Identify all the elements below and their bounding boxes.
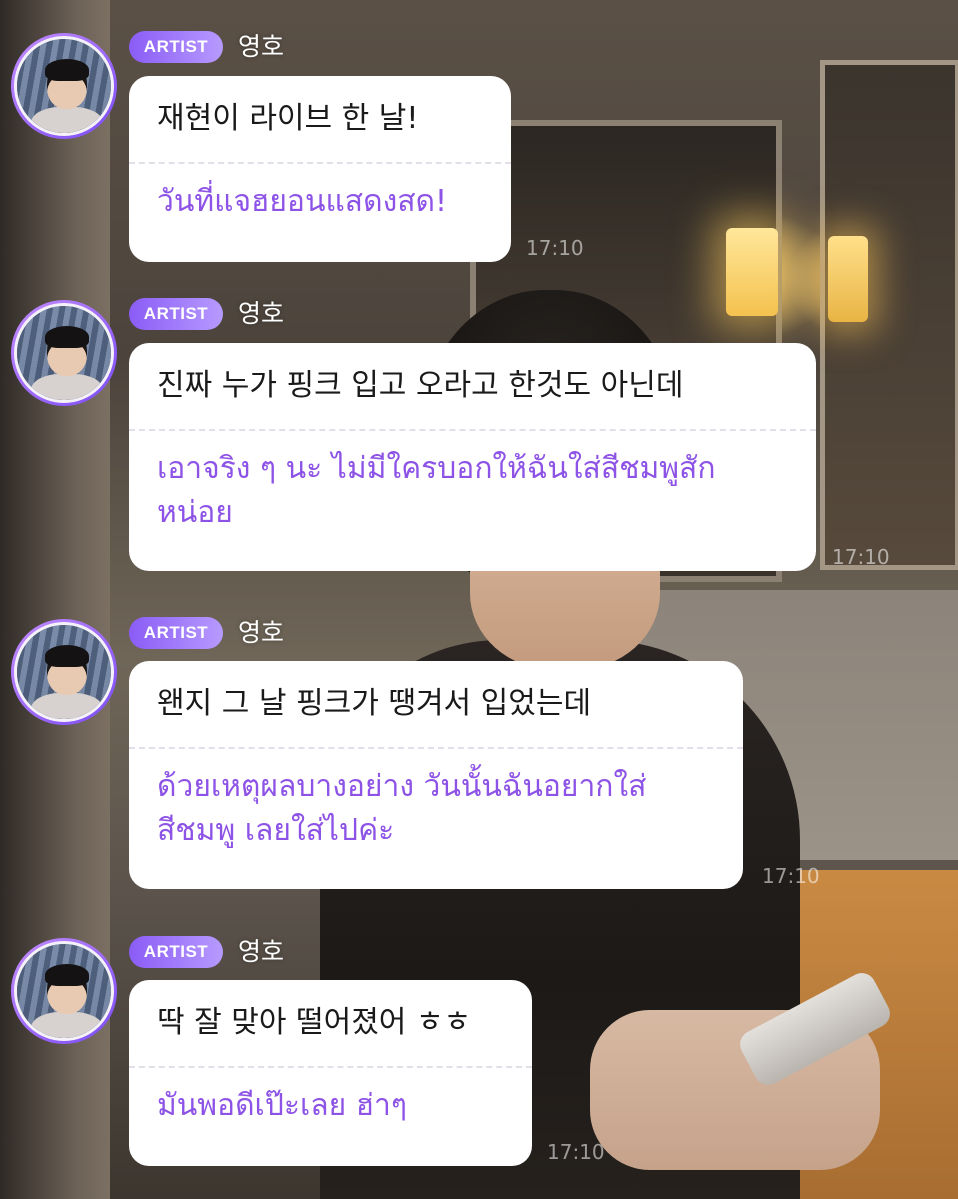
message-bubble[interactable]: 왠지 그 날 핑크가 땡겨서 입었는데 ด้วยเหตุผลบางอย่าง ว…: [129, 661, 743, 889]
author-nickname: 영호: [238, 937, 285, 966]
artist-avatar[interactable]: [11, 619, 117, 725]
original-text: 재현이 라이브 한 날!: [157, 101, 419, 136]
message-time: 17:10: [762, 864, 820, 888]
translated-text: เอาจริง ๆ นะ ไม่มีใครบอกให้ฉันใส่สีชมพูส…: [157, 451, 716, 530]
author-nickname: 영호: [238, 299, 285, 328]
translated-text: ด้วยเหตุผลบางอย่าง วันนั้นฉันอยากใส่สีชม…: [157, 769, 647, 848]
artist-badge: ARTIST: [129, 936, 223, 968]
artist-badge: ARTIST: [129, 298, 223, 330]
artist-badge: ARTIST: [129, 31, 223, 63]
message-bubble[interactable]: 재현이 라이브 한 날! วันที่แจฮยอนแสดงสด!: [129, 76, 511, 262]
author-nickname: 영호: [238, 618, 285, 647]
artist-avatar[interactable]: [11, 33, 117, 139]
original-text: 왠지 그 날 핑크가 땡겨서 입었는데: [157, 686, 592, 721]
message-bubble[interactable]: 딱 잘 맞아 떨어졌어 ㅎㅎ มันพอดีเป๊ะเลย ฮ่าๆ: [129, 980, 532, 1166]
message-time: 17:10: [832, 545, 890, 569]
message-time: 17:10: [526, 236, 584, 260]
message-bubble[interactable]: 진짜 누가 핑크 입고 오라고 한것도 아닌데 เอาจริง ๆ นะ ไม่…: [129, 343, 816, 571]
original-text: 진짜 누가 핑크 입고 오라고 한것도 아닌데: [157, 368, 684, 403]
translated-text: วันที่แจฮยอนแสดงสด!: [157, 184, 448, 219]
original-text: 딱 잘 맞아 떨어졌어 ㅎㅎ: [157, 1005, 472, 1040]
author-nickname: 영호: [238, 32, 285, 61]
artist-avatar[interactable]: [11, 938, 117, 1044]
artist-badge: ARTIST: [129, 617, 223, 649]
artist-avatar[interactable]: [11, 300, 117, 406]
translated-text: มันพอดีเป๊ะเลย ฮ่าๆ: [157, 1088, 407, 1123]
message-time: 17:10: [547, 1140, 605, 1164]
